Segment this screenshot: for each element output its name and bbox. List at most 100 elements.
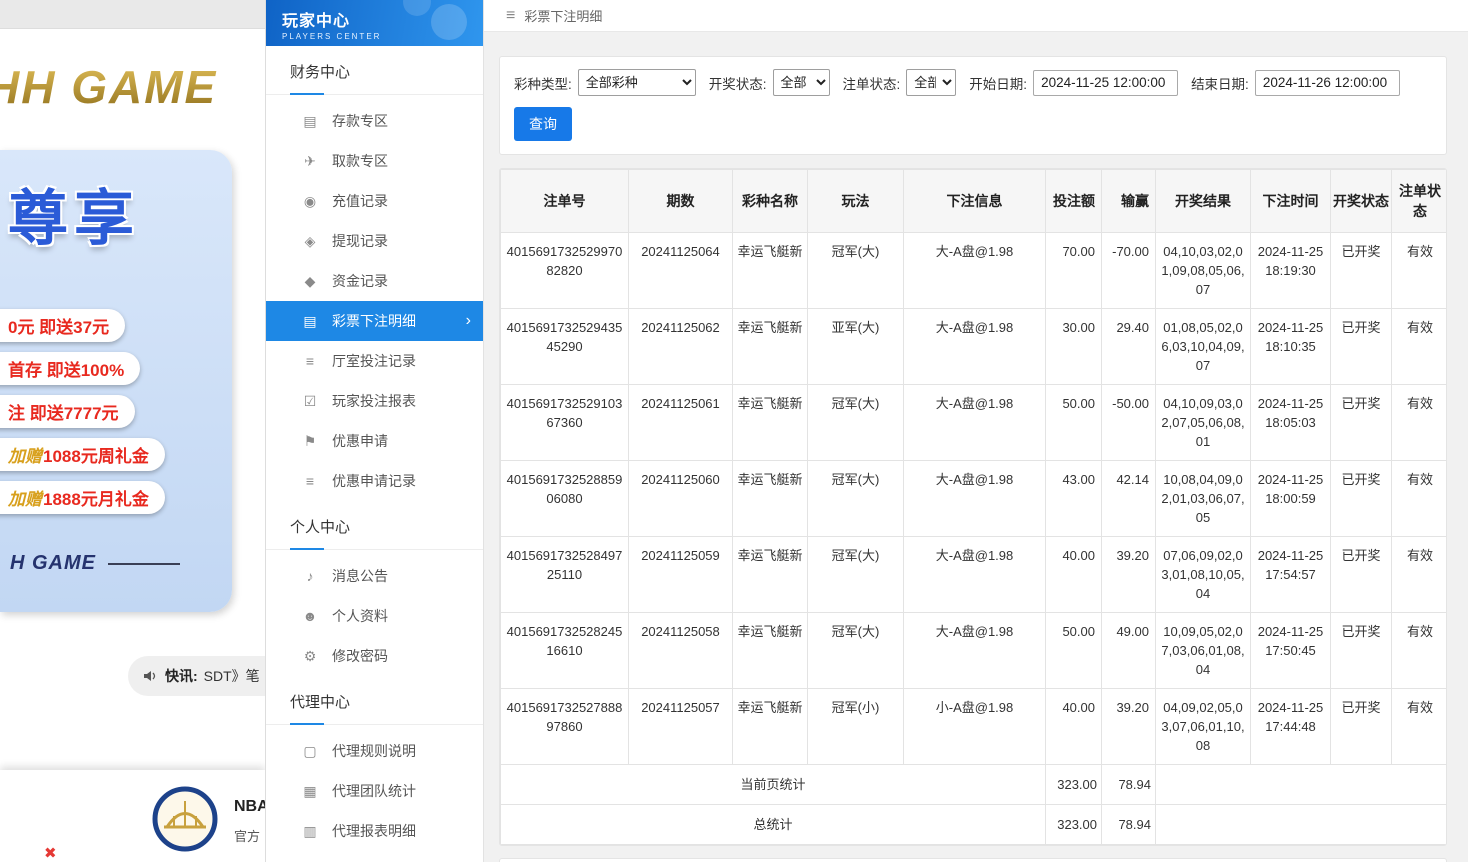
pagination-panel: 每页显示20条 共7条 首页 上一页 1 下一页 第 页 跳转 xyxy=(499,858,1447,862)
speaker-icon xyxy=(142,668,158,684)
table-row: 40156917325299708282020241125064幸运飞艇新冠军(… xyxy=(501,233,1448,309)
table-cell: 幸运飞艇新 xyxy=(733,689,808,765)
start-date-input[interactable] xyxy=(1033,70,1178,96)
table-cell: 2024-11-25 18:19:30 xyxy=(1251,233,1331,309)
table-cell: 已开奖 xyxy=(1331,613,1392,689)
lottery-type-select[interactable]: 全部彩种 xyxy=(578,69,696,96)
order-status-label: 注单状态: xyxy=(843,73,901,93)
plane-icon: ✈ xyxy=(300,153,320,170)
bet-table-panel: 注单号期数彩种名称玩法下注信息投注额输赢开奖结果下注时间开奖状态注单状态 401… xyxy=(499,168,1447,846)
sidebar-subtitle: PLAYERS CENTER xyxy=(282,32,483,41)
column-header: 注单号 xyxy=(501,170,629,233)
sidebar-item-label: 优惠申请记录 xyxy=(332,471,416,491)
sidebar-item-promo-apply-records[interactable]: ≡优惠申请记录 xyxy=(266,461,483,501)
summary-empty xyxy=(1156,805,1448,845)
sidebar-item-change-password[interactable]: ⚙修改密码 xyxy=(266,636,483,676)
promo-text: 1888元月礼金 xyxy=(43,485,149,510)
table-cell: 2024-11-25 17:50:45 xyxy=(1251,613,1331,689)
sidebar-item-withdraw-zone[interactable]: ✈取款专区 xyxy=(266,141,483,181)
start-date-label: 开始日期: xyxy=(969,73,1027,93)
table-cell: 2024-11-25 18:10:35 xyxy=(1251,309,1331,385)
player-center-sidebar: 玩家中心 PLAYERS CENTER 财务中心▤存款专区✈取款专区◉充值记录◈… xyxy=(265,0,484,862)
sidebar-item-promo-apply[interactable]: ⚑ 优惠申请 xyxy=(266,421,483,461)
banner-title: 尊享 xyxy=(8,170,232,257)
table-cell: 49.00 xyxy=(1102,613,1156,689)
sidebar-item-label: 代理规则说明 xyxy=(332,741,416,761)
promo-text: 0元 即送37元 xyxy=(8,313,109,338)
query-button[interactable]: 查询 xyxy=(514,107,572,141)
sidebar-item-player-bet-report[interactable]: ☑玩家投注报表 xyxy=(266,381,483,421)
table-cell: 20241125062 xyxy=(629,309,733,385)
table-row: 40156917325278889786020241125057幸运飞艇新冠军(… xyxy=(501,689,1448,765)
banner-footer-text: H GAME xyxy=(10,552,96,575)
sidebar-item-deposit-zone[interactable]: ▤存款专区 xyxy=(266,101,483,141)
table-cell: 2024-11-25 17:44:48 xyxy=(1251,689,1331,765)
table-cell: -50.00 xyxy=(1102,385,1156,461)
promo-pill: 首存 即送100% xyxy=(0,352,140,385)
table-cell: 有效 xyxy=(1392,233,1448,309)
cashout-icon: ◈ xyxy=(300,233,320,250)
bet-table: 注单号期数彩种名称玩法下注信息投注额输赢开奖结果下注时间开奖状态注单状态 401… xyxy=(500,169,1447,845)
table-cell: 大-A盘@1.98 xyxy=(904,613,1046,689)
table-cell: 大-A盘@1.98 xyxy=(904,385,1046,461)
sidebar-item-profile[interactable]: ☻个人资料 xyxy=(266,596,483,636)
draw-status-label: 开奖状态: xyxy=(709,73,767,93)
table-cell: 2024-11-25 18:00:59 xyxy=(1251,461,1331,537)
bet-list-icon: ▤ xyxy=(300,313,320,330)
draw-status-select[interactable]: 全部 xyxy=(773,69,830,96)
sidebar-item-agent-promotion[interactable]: ➤代理推广管理 xyxy=(266,851,483,862)
table-cell: 冠军(小) xyxy=(808,689,904,765)
table-cell: 有效 xyxy=(1392,309,1448,385)
section-title: 财务中心 xyxy=(266,46,483,95)
table-row: 40156917325284972511020241125059幸运飞艇新冠军(… xyxy=(501,537,1448,613)
sidebar-menu: 财务中心 ▤存款专区✈取款专区◉充值记录 ◈ 提现记录 ◆资金记录 ▤ 彩票下注明细 › ≡厅室… xyxy=(266,46,483,862)
background-top-strip xyxy=(0,0,265,29)
sidebar-item-recharge-records[interactable]: ◉充值记录 xyxy=(266,181,483,221)
order-status-select[interactable]: 全部 xyxy=(906,69,956,96)
sidebar-item-label: 优惠申请 xyxy=(332,431,388,451)
sidebar-item-hall-bet-records[interactable]: ≡厅室投注记录 xyxy=(266,341,483,381)
flag-icon: ⚑ xyxy=(300,433,320,450)
table-cell: 已开奖 xyxy=(1331,233,1392,309)
sidebar-item-agent-rules[interactable]: ▢代理规则说明 xyxy=(266,731,483,771)
table-cell: 已开奖 xyxy=(1331,309,1392,385)
promo-banner: 尊享 0元 即送37元首存 即送100%注 即送7777元加赠1088元周礼金加… xyxy=(0,150,232,612)
table-cell: 50.00 xyxy=(1046,385,1102,461)
sidebar-item-label: 提现记录 xyxy=(332,231,388,251)
table-cell: 幸运飞艇新 xyxy=(733,537,808,613)
chevron-right-icon: › xyxy=(466,312,471,330)
column-header: 期数 xyxy=(629,170,733,233)
hamburger-icon[interactable]: ≡ xyxy=(506,7,515,25)
table-cell: 有效 xyxy=(1392,461,1448,537)
promo-text: 1088元周礼金 xyxy=(43,442,149,467)
sidebar-item-announcements[interactable]: ♪消息公告 xyxy=(266,556,483,596)
sidebar-item-agent-report-details[interactable]: ▥代理报表明细 xyxy=(266,811,483,851)
table-cell: 401569173252849725110 xyxy=(501,537,629,613)
sidebar-item-fund-records[interactable]: ◆资金记录 xyxy=(266,261,483,301)
nba-title: NBA xyxy=(234,798,265,816)
sidebar-item-withdrawal-records[interactable]: ◈ 提现记录 xyxy=(266,221,483,261)
sidebar-item-label: 消息公告 xyxy=(332,566,388,586)
summary-bet-total: 323.00 xyxy=(1046,805,1102,845)
table-cell: 幸运飞艇新 xyxy=(733,461,808,537)
summary-winloss-total: 78.94 xyxy=(1102,765,1156,805)
banner-footer: H GAME xyxy=(10,552,232,575)
table-cell: 39.20 xyxy=(1102,537,1156,613)
column-header: 输赢 xyxy=(1102,170,1156,233)
nba-subtitle: 官方 xyxy=(234,826,260,845)
table-cell: 30.00 xyxy=(1046,309,1102,385)
marquee-label: 快讯: xyxy=(165,666,198,686)
sidebar-item-label: 彩票下注明细 xyxy=(332,311,416,331)
lottery-type-label: 彩种类型: xyxy=(514,73,572,93)
table-cell: 20241125060 xyxy=(629,461,733,537)
sidebar-item-label: 修改密码 xyxy=(332,646,388,666)
end-date-input[interactable] xyxy=(1255,70,1400,96)
table-cell: 40.00 xyxy=(1046,537,1102,613)
table-cell: 小-A盘@1.98 xyxy=(904,689,1046,765)
table-cell: 07,06,09,02,03,01,08,10,05,04 xyxy=(1156,537,1251,613)
sidebar-item-agent-team-stats[interactable]: ▦代理团队统计 xyxy=(266,771,483,811)
sidebar-title: 玩家中心 xyxy=(282,7,483,31)
sidebar-item-label: 存款专区 xyxy=(332,111,388,131)
sidebar-item-lottery-bet-details[interactable]: ▤ 彩票下注明细 › xyxy=(266,301,483,341)
close-icon[interactable]: ✖ xyxy=(44,844,57,862)
